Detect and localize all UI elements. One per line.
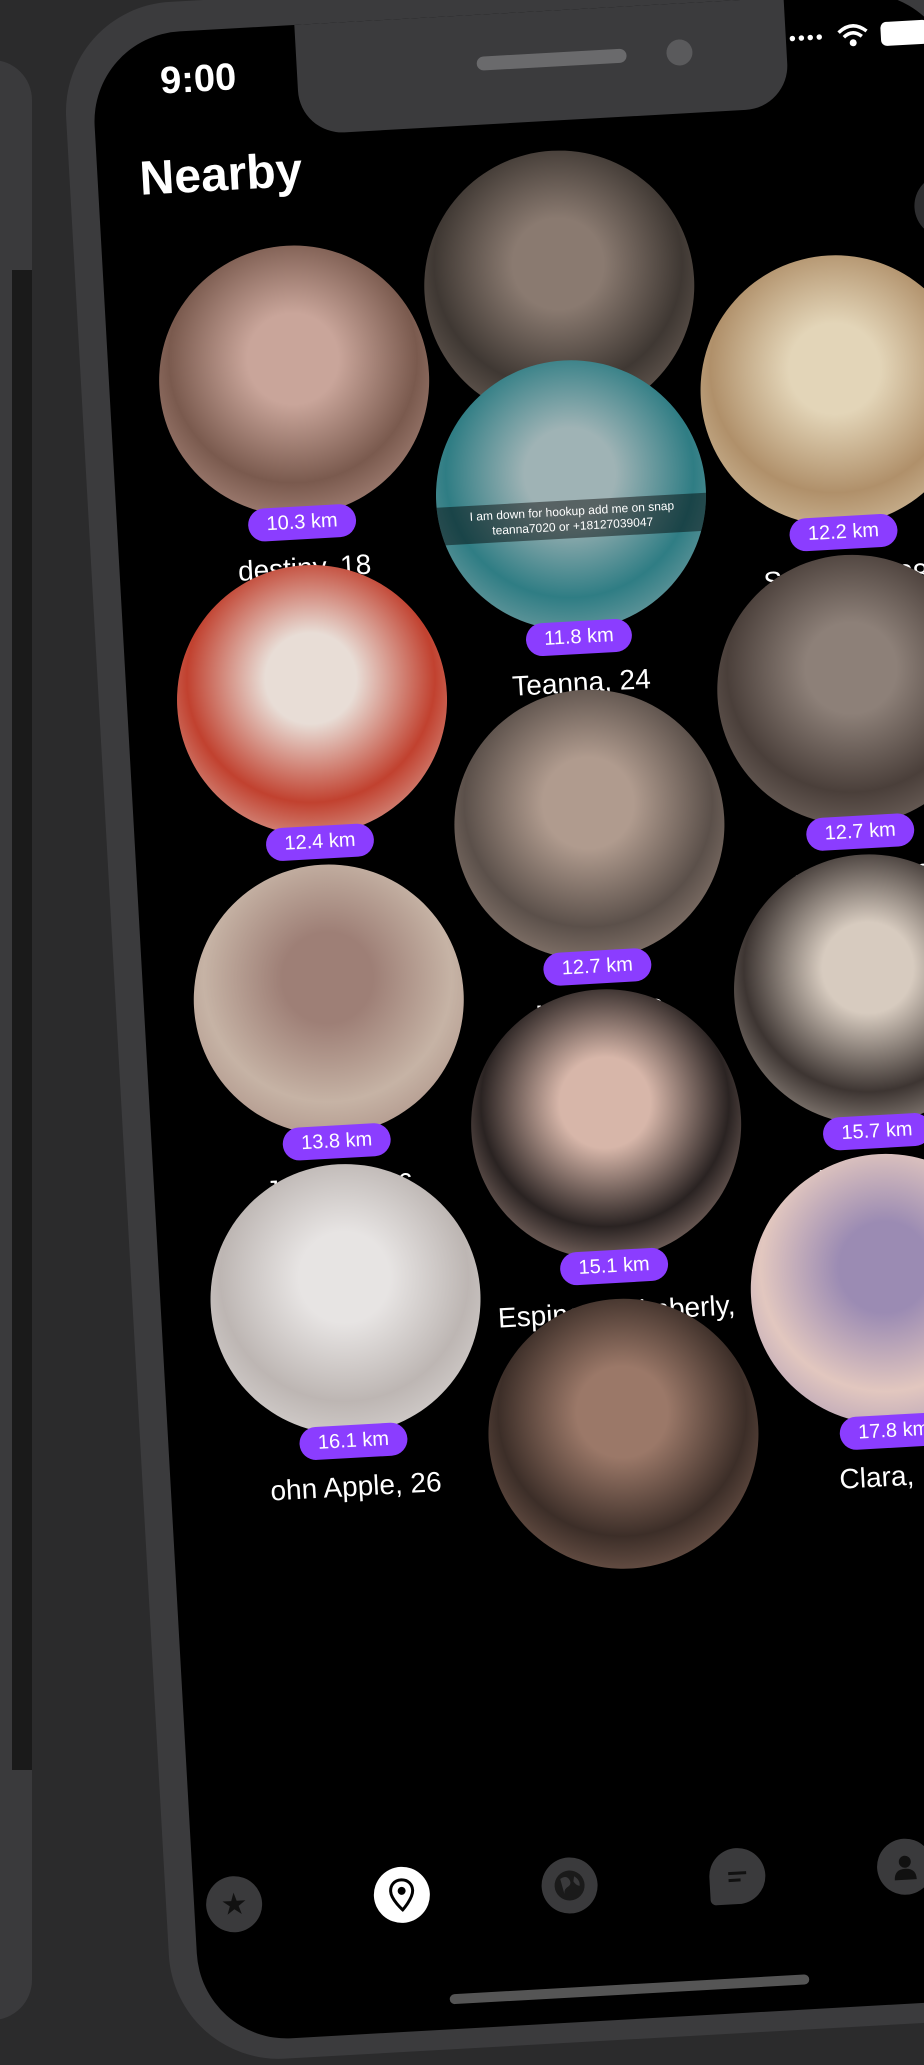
profile-card[interactable]: 12.2 kmSoftpillow, 28	[693, 247, 924, 603]
profile-name: Clara, 19	[838, 1457, 924, 1495]
adjacent-device-edge	[0, 60, 32, 2020]
profile-photo[interactable]	[203, 1156, 488, 1442]
status-time: 9:00	[159, 56, 238, 103]
globe-icon	[554, 1870, 585, 1901]
person-icon	[894, 1855, 917, 1881]
profile-card[interactable]	[481, 1291, 766, 1577]
wifi-icon	[837, 24, 868, 47]
tab-bar: ★	[193, 1831, 924, 1999]
filter-button[interactable]	[912, 172, 924, 240]
signal-dots-icon: ••••	[788, 25, 826, 50]
profile-card[interactable]: 16.1 km ohn Apple, 26	[203, 1156, 492, 1512]
profile-photo[interactable]	[447, 682, 732, 968]
tab-favorites[interactable]: ★	[204, 1874, 264, 1934]
photo-caption: I am down for hookup add me on snap tean…	[436, 492, 709, 546]
distance-badge: 13.8 km	[282, 1122, 392, 1162]
page-title: Nearby	[138, 143, 304, 206]
tab-messages[interactable]	[707, 1846, 767, 1906]
distance-badge: 12.4 km	[265, 822, 375, 862]
distance-badge: 11.8 km	[525, 618, 633, 657]
distance-badge: 12.2 km	[789, 513, 898, 553]
profile-photo[interactable]	[186, 857, 472, 1142]
profile-card[interactable]: 10.3 kmdestiny, 18	[151, 238, 441, 593]
distance-badge: 12.7 km	[805, 812, 915, 852]
profile-card[interactable]: 15.7 kmTessa, 24	[726, 847, 924, 1202]
profile-name: ohn Apple, 26	[269, 1466, 443, 1507]
distance-badge: 16.1 km	[299, 1421, 408, 1461]
tab-explore[interactable]	[540, 1855, 600, 1916]
chat-icon	[728, 1871, 747, 1883]
star-icon: ★	[219, 1887, 249, 1922]
profile-photo[interactable]	[481, 1291, 766, 1577]
profile-photo[interactable]	[169, 557, 455, 843]
notch	[294, 0, 790, 135]
distance-badge: 12.7 km	[542, 947, 652, 987]
app-screen: 9:00 •••• Nearby 10.3 kmdestiny, 188.8 k…	[89, 0, 924, 2044]
profile-photo[interactable]	[151, 238, 437, 523]
location-pin-icon	[389, 1878, 415, 1912]
profile-photo[interactable]	[709, 547, 924, 833]
profile-photo[interactable]	[693, 247, 924, 533]
battery-icon	[880, 19, 924, 47]
profile-photo[interactable]	[743, 1146, 924, 1432]
profile-photo[interactable]	[463, 981, 749, 1267]
tab-profile[interactable]	[875, 1837, 924, 1897]
device-frame: 9:00 •••• Nearby 10.3 kmdestiny, 188.8 k…	[60, 0, 924, 2065]
tab-nearby[interactable]	[372, 1865, 432, 1925]
profile-card[interactable]: 12.7 kmmarisol, 20	[709, 547, 924, 903]
profile-photo[interactable]: I am down for hookup add me on snap tean…	[428, 352, 714, 638]
distance-badge: 17.8 km	[839, 1411, 924, 1451]
status-indicators: ••••	[788, 19, 924, 52]
profile-photo[interactable]	[726, 847, 924, 1132]
profile-card[interactable]: I am down for hookup add me on snap tean…	[428, 352, 718, 708]
distance-badge: 10.3 km	[247, 503, 357, 543]
distance-badge: 15.7 km	[822, 1112, 924, 1152]
distance-badge: 15.1 km	[559, 1247, 669, 1286]
profile-card[interactable]: 17.8 km Clara, 19	[743, 1146, 924, 1502]
